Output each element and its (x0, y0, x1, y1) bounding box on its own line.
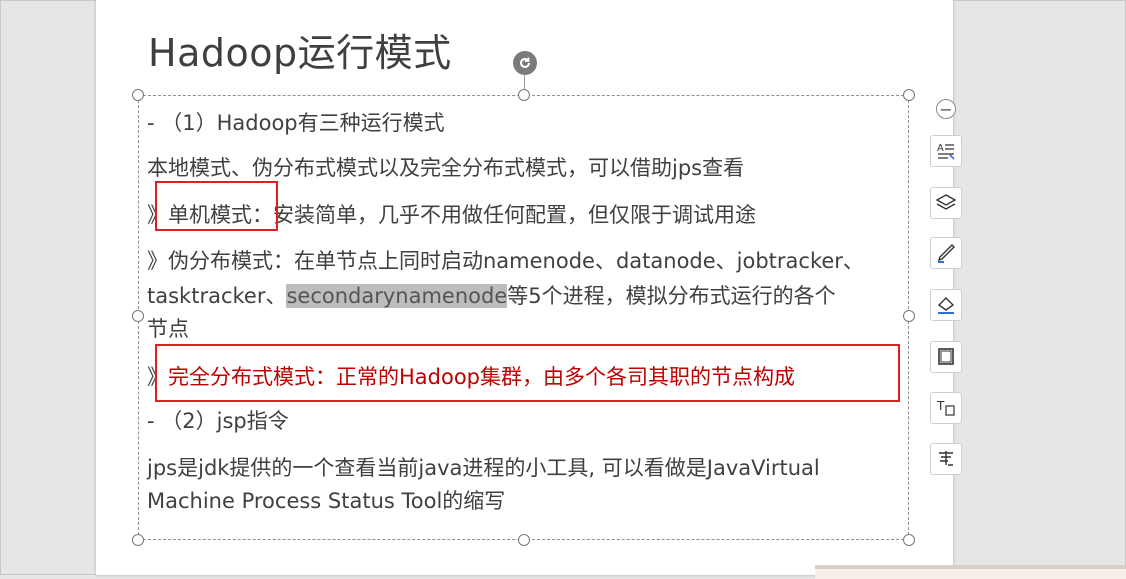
bullet-heading-modes: - （1）Hadoop有三种运行模式 (147, 111, 445, 135)
text-five-processes: 等5个进程，模拟分布式运行的各个 (507, 284, 836, 308)
text-spacing-icon[interactable] (930, 443, 962, 475)
text-tasktracker: tasktracker、 (147, 284, 287, 308)
border-icon[interactable] (930, 341, 962, 373)
paragraph-jps-desc: jps是jdk提供的一个查看当前java进程的小工具, 可以看做是JavaVir… (147, 456, 820, 480)
resize-handle-bottom-left[interactable] (132, 534, 144, 546)
text-box-icon[interactable]: T (930, 392, 962, 424)
pen-icon[interactable] (930, 237, 962, 269)
partial-popup-panel (815, 565, 1126, 579)
resize-handle-right[interactable] (903, 310, 915, 322)
collapse-toolbar-icon[interactable]: − (936, 99, 956, 119)
paragraph-pseudo-distributed-cont: tasktracker、secondarynamenode等5个进程，模拟分布式… (147, 280, 836, 310)
resize-handle-top[interactable] (518, 89, 530, 101)
paragraph-modes-intro: 本地模式、伪分布式模式以及完全分布式模式，可以借助jps查看 (147, 156, 745, 180)
annotation-box-standalone (155, 181, 278, 231)
resize-handle-bottom-right[interactable] (903, 534, 915, 546)
svg-text:T: T (936, 399, 945, 413)
shape-fill-icon[interactable] (930, 289, 962, 321)
bullet-heading-jps: - （2）jsp指令 (147, 409, 289, 433)
layers-icon[interactable] (930, 187, 962, 219)
paragraph-pseudo-distributed-mode: 》伪分布模式：在单节点上同时启动namenode、datanode、jobtra… (147, 249, 864, 273)
annotation-box-fully-distributed (155, 344, 900, 402)
resize-handle-top-left[interactable] (132, 89, 144, 101)
text-fill-icon[interactable]: A (930, 135, 962, 167)
highlighted-secondarynamenode: secondarynamenode (286, 284, 508, 308)
resize-handle-top-right[interactable] (903, 89, 915, 101)
resize-handle-bottom[interactable] (518, 534, 530, 546)
paragraph-jps-desc-cont: Machine Process Status Tool的缩写 (147, 489, 506, 513)
resize-handle-left[interactable] (132, 310, 144, 322)
svg-text:A: A (937, 143, 944, 154)
paragraph-pseudo-distributed-end: 节点 (147, 317, 189, 341)
rotate-handle-icon[interactable] (513, 51, 537, 75)
slide-title[interactable]: Hadoop运行模式 (148, 22, 452, 77)
